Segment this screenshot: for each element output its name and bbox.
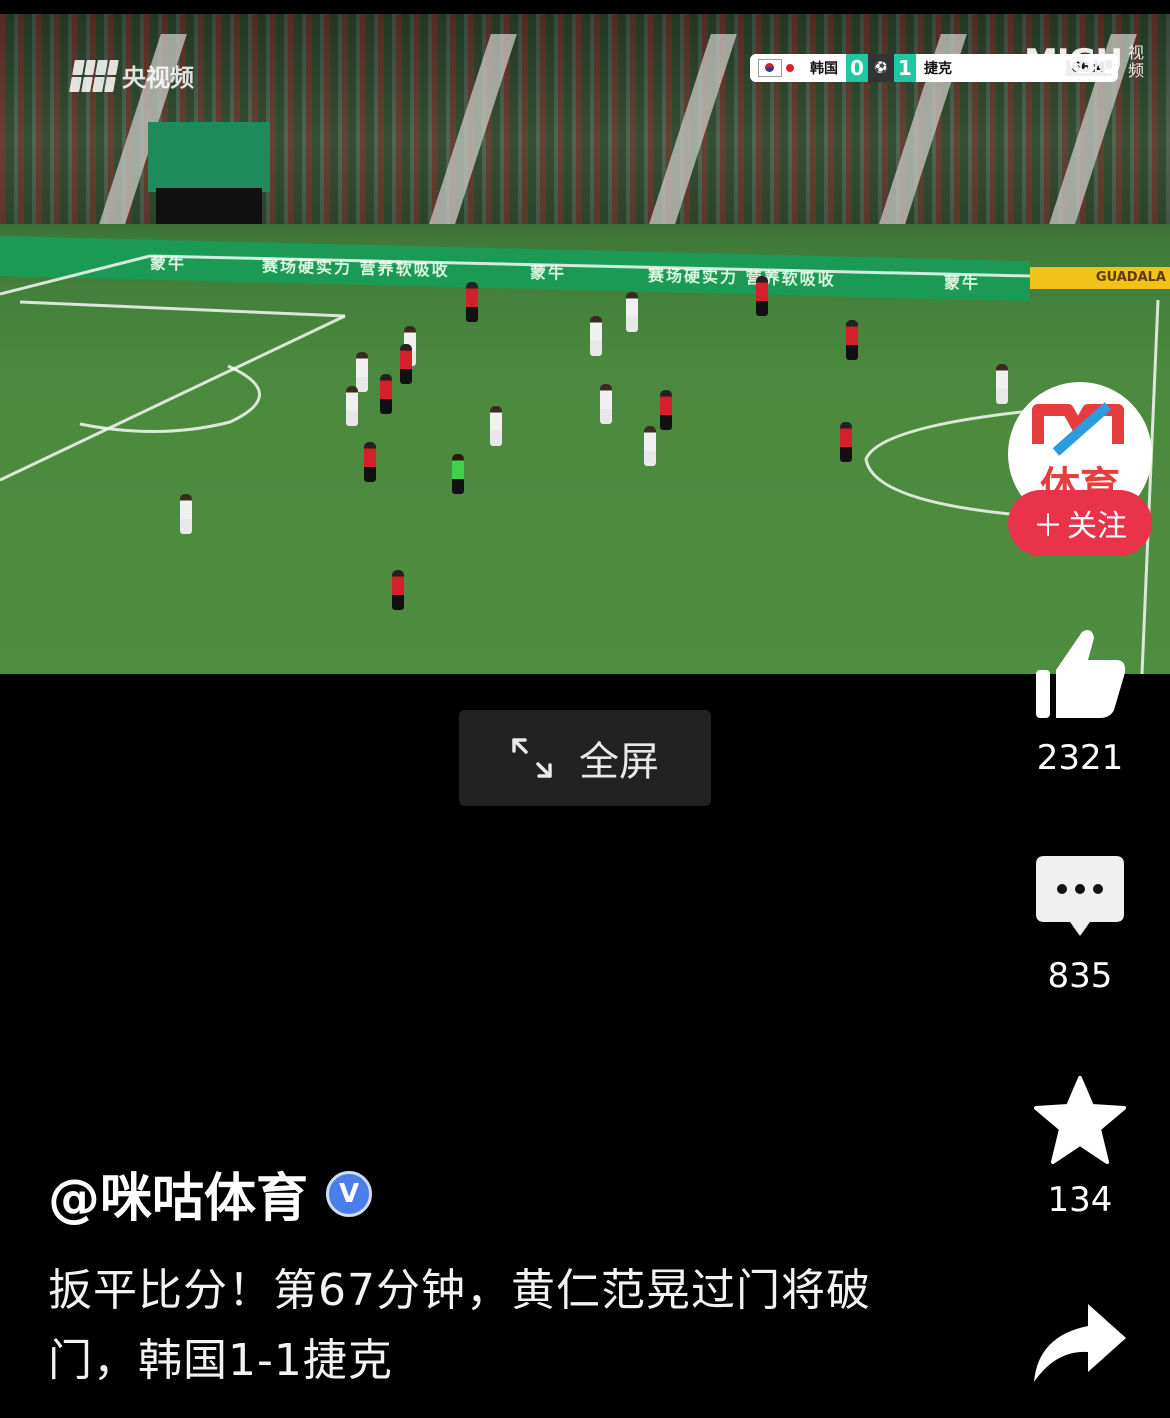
migu-video-watermark: MIGU 视频 — [1024, 42, 1148, 82]
player-red — [660, 390, 672, 430]
cctv-video-watermark: 央视频 — [69, 58, 194, 93]
follow-label: 关注 — [1067, 509, 1127, 544]
away-team: 捷克 — [924, 61, 952, 77]
author-avatar-group[interactable]: 体育 ＋ 关注 — [1008, 382, 1152, 554]
away-score: 1 — [894, 54, 916, 82]
favorite-button[interactable]: 134 — [1020, 1074, 1140, 1220]
player-white — [180, 494, 192, 534]
verified-badge-icon: V — [326, 1170, 373, 1217]
cctv-logo-icon — [69, 59, 119, 92]
home-team: 韩国 — [810, 61, 838, 77]
migu-brand: MIGU — [1024, 42, 1123, 82]
home-score: 0 — [846, 54, 868, 82]
korea-flag-icon — [758, 59, 782, 77]
comment-count: 835 — [1047, 956, 1113, 996]
star-icon — [1034, 1076, 1126, 1164]
fullscreen-button[interactable]: 全屏 — [459, 710, 711, 806]
comment-bubble-icon — [1036, 856, 1124, 936]
player-red — [846, 320, 858, 360]
author-name[interactable]: @咪咕体育 — [48, 1156, 308, 1231]
player-red — [380, 374, 392, 414]
video-player[interactable]: 蒙牛 赛场硬实力 营养软吸收 蒙牛 赛场硬实力 营养软吸收 蒙牛 GUADALA — [0, 14, 1170, 674]
tournament-logo-icon: ⚽ — [868, 54, 894, 82]
player-white — [644, 426, 656, 466]
player-white — [626, 292, 638, 332]
post-caption: 扳平比分！第67分钟，黄仁范晃过门将破门，韩国1-1捷克 — [48, 1265, 871, 1386]
japan-dot-icon — [786, 64, 794, 72]
player-red — [400, 344, 412, 384]
player-red — [392, 570, 404, 610]
player-white — [490, 406, 502, 446]
like-button[interactable]: 2321 — [1020, 624, 1140, 778]
player-white — [600, 384, 612, 424]
fullscreen-label: 全屏 — [579, 739, 659, 785]
player-red — [840, 422, 852, 462]
player-red — [466, 282, 478, 322]
player-white — [356, 352, 368, 392]
like-count: 2321 — [1036, 738, 1124, 778]
player-white — [590, 316, 602, 356]
watermark-text: 央视频 — [122, 64, 194, 92]
player-white — [346, 386, 358, 426]
thumbs-up-icon — [1036, 630, 1126, 718]
author-name-row[interactable]: @咪咕体育 V — [48, 1156, 373, 1231]
share-button[interactable] — [1020, 1300, 1140, 1384]
share-arrow-icon — [1034, 1304, 1126, 1382]
migu-sub: 视频 — [1128, 43, 1145, 80]
player-red — [756, 276, 768, 316]
player-white — [996, 364, 1008, 404]
pitch-markings — [0, 254, 1160, 674]
follow-button[interactable]: ＋ 关注 — [1012, 494, 1148, 552]
expand-arrows-icon — [512, 738, 552, 778]
plus-icon: ＋ — [1033, 509, 1063, 544]
favorite-count: 134 — [1047, 1180, 1113, 1220]
comment-button[interactable]: 835 — [1020, 852, 1140, 996]
player-red — [364, 442, 376, 482]
referee — [452, 454, 464, 494]
